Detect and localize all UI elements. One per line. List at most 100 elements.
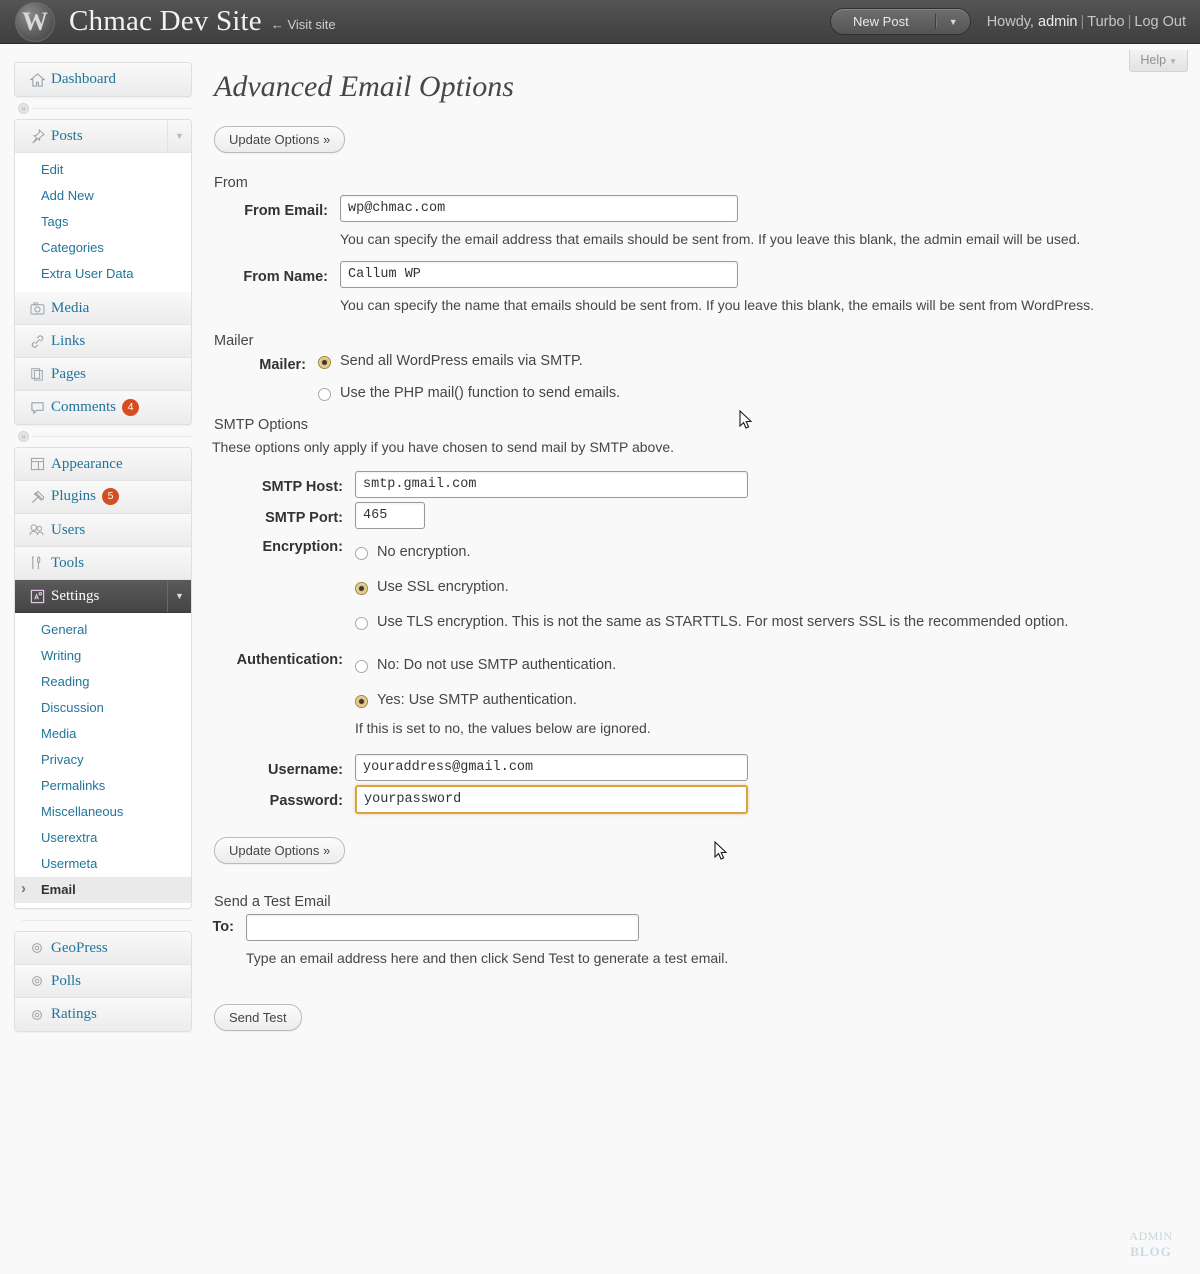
mailer-section-heading: Mailer bbox=[214, 333, 254, 349]
auth-option-no[interactable]: No: Do not use SMTP authentication. bbox=[355, 657, 1190, 673]
from-email-body: You can specify the email address that e… bbox=[340, 195, 1190, 249]
test-email-heading: Send a Test Email bbox=[214, 894, 331, 910]
wordpress-logo-icon[interactable]: W bbox=[15, 1, 55, 42]
divider-line bbox=[22, 919, 192, 921]
sidebar-subitem-extra-user-data[interactable]: Extra User Data bbox=[15, 261, 191, 287]
username-input[interactable] bbox=[355, 754, 748, 781]
howdy-sep-2: | bbox=[1127, 13, 1132, 30]
sidebar-subitem-media[interactable]: Media bbox=[15, 721, 191, 747]
tools-icon bbox=[23, 555, 51, 571]
smtp-host-input[interactable] bbox=[355, 471, 748, 498]
sidebar-group-dashboard: Dashboard bbox=[14, 62, 192, 97]
smtp-port-input[interactable] bbox=[355, 502, 425, 529]
turbo-link[interactable]: Turbo bbox=[1087, 14, 1124, 30]
sidebar-subitem-permalinks[interactable]: Permalinks bbox=[15, 773, 191, 799]
sidebar-separator-1: « bbox=[14, 97, 192, 119]
radio-icon[interactable] bbox=[355, 582, 368, 595]
sidebar-subitem-reading[interactable]: Reading bbox=[15, 669, 191, 695]
smtp-port-label: SMTP Port: bbox=[265, 510, 343, 526]
from-email-hint: You can specify the email address that e… bbox=[340, 231, 1081, 247]
sidebar-item-pages[interactable]: Pages bbox=[15, 358, 191, 391]
sidebar-subitem-tags[interactable]: Tags bbox=[15, 209, 191, 235]
sidebar-item-geopress[interactable]: GeoPress bbox=[15, 932, 191, 965]
auth-option-yes[interactable]: Yes: Use SMTP authentication. bbox=[355, 692, 1190, 708]
username-body bbox=[355, 754, 1190, 781]
radio-icon[interactable] bbox=[355, 547, 368, 560]
sidebar-item-media[interactable]: Media bbox=[15, 292, 191, 325]
encryption-option-ssl-label: Use SSL encryption. bbox=[377, 579, 509, 595]
comments-count-badge: 4 bbox=[122, 398, 140, 416]
sidebar-subitem-discussion[interactable]: Discussion bbox=[15, 695, 191, 721]
update-options-button-top[interactable]: Update Options » bbox=[214, 126, 346, 153]
sidebar-subitem-categories[interactable]: Categories bbox=[15, 235, 191, 261]
sidebar-subitem-miscellaneous[interactable]: Miscellaneous bbox=[15, 799, 191, 825]
sidebar-separator-3 bbox=[14, 909, 192, 931]
comment-icon bbox=[23, 401, 51, 415]
smtp-section-heading: SMTP Options bbox=[214, 417, 309, 433]
from-name-input[interactable] bbox=[340, 261, 738, 288]
sidebar-item-comments[interactable]: Comments 4 bbox=[15, 391, 191, 424]
encryption-option-tls-label: Use TLS encryption. This is not the same… bbox=[377, 614, 1069, 630]
radio-icon[interactable] bbox=[318, 388, 331, 401]
sidebar-item-dashboard[interactable]: Dashboard bbox=[15, 63, 191, 96]
sidebar-item-label: Media bbox=[51, 299, 90, 316]
gear-icon bbox=[23, 941, 51, 955]
encryption-option-ssl[interactable]: Use SSL encryption. bbox=[355, 579, 1190, 595]
from-email-input[interactable] bbox=[340, 195, 738, 222]
smtp-port-body bbox=[355, 502, 1190, 529]
sidebar-subitem-writing[interactable]: Writing bbox=[15, 643, 191, 669]
radio-icon[interactable] bbox=[355, 660, 368, 673]
howdy-username[interactable]: admin bbox=[1038, 14, 1078, 30]
chevron-down-icon[interactable]: ▼ bbox=[167, 580, 191, 612]
radio-icon[interactable] bbox=[355, 617, 368, 630]
sidebar-item-ratings[interactable]: Ratings bbox=[15, 998, 191, 1031]
main-content: Advanced Email Options Update Options » … bbox=[210, 48, 1190, 1031]
sidebar-item-label: Settings bbox=[51, 587, 100, 604]
mailer-option-smtp[interactable]: Send all WordPress emails via SMTP. bbox=[318, 353, 1190, 369]
collapse-icon[interactable]: « bbox=[18, 430, 29, 442]
sidebar-item-appearance[interactable]: Appearance bbox=[15, 448, 191, 481]
from-name-body: You can specify the name that emails sho… bbox=[340, 261, 1190, 315]
encryption-option-none[interactable]: No encryption. bbox=[355, 544, 1190, 560]
sidebar-item-tools[interactable]: Tools bbox=[15, 547, 191, 580]
encryption-label: Encryption: bbox=[262, 539, 343, 555]
collapse-icon[interactable]: « bbox=[18, 102, 29, 114]
password-input[interactable] bbox=[355, 785, 748, 814]
link-icon bbox=[23, 334, 51, 349]
sidebar-item-label: Polls bbox=[51, 972, 82, 989]
pin-icon bbox=[23, 128, 51, 144]
sidebar-item-users[interactable]: Users bbox=[15, 514, 191, 547]
sidebar-subitem-privacy[interactable]: Privacy bbox=[15, 747, 191, 773]
submenu-settings: General Writing Reading Discussion Media… bbox=[15, 613, 191, 908]
site-title[interactable]: Chmac Dev Site bbox=[69, 5, 262, 38]
sidebar-subitem-edit[interactable]: Edit bbox=[15, 157, 191, 183]
sidebar-subitem-usermeta[interactable]: Usermeta bbox=[15, 851, 191, 877]
logout-link[interactable]: Log Out bbox=[1134, 14, 1186, 30]
chevron-down-icon[interactable]: ▼ bbox=[935, 16, 970, 27]
gear-icon bbox=[23, 1008, 51, 1022]
sidebar-item-links[interactable]: Links bbox=[15, 325, 191, 358]
password-body bbox=[355, 785, 1190, 814]
send-test-button[interactable]: Send Test bbox=[214, 1004, 302, 1031]
encryption-option-tls[interactable]: Use TLS encryption. This is not the same… bbox=[355, 614, 1190, 630]
sidebar-group-admin: Appearance Plugins 5 Users Tools Settings bbox=[14, 447, 192, 909]
mailer-options: Send all WordPress emails via SMTP. Use … bbox=[318, 353, 1190, 417]
sidebar-subitem-add-new[interactable]: Add New bbox=[15, 183, 191, 209]
test-to-input[interactable] bbox=[246, 914, 639, 941]
sidebar-item-settings[interactable]: Settings ▼ bbox=[15, 580, 191, 613]
sidebar-item-plugins[interactable]: Plugins 5 bbox=[15, 481, 191, 514]
sidebar-subitem-userextra[interactable]: Userextra bbox=[15, 825, 191, 851]
radio-icon[interactable] bbox=[318, 356, 331, 369]
sidebar-item-label: Links bbox=[51, 332, 86, 349]
update-options-button-bottom[interactable]: Update Options » bbox=[214, 837, 346, 864]
visit-site-link[interactable]: ← Visit site bbox=[271, 17, 336, 32]
sidebar-item-polls[interactable]: Polls bbox=[15, 965, 191, 998]
mailer-option-phpmail[interactable]: Use the PHP mail() function to send emai… bbox=[318, 385, 1190, 401]
sidebar-subitem-email[interactable]: Email bbox=[15, 877, 191, 903]
new-post-button[interactable]: New Post ▼ bbox=[830, 8, 971, 35]
sidebar-item-posts[interactable]: Posts ▼ bbox=[15, 120, 191, 153]
chevron-down-icon[interactable]: ▼ bbox=[167, 120, 191, 152]
radio-icon[interactable] bbox=[355, 695, 368, 708]
smtp-host-label: SMTP Host: bbox=[261, 479, 343, 495]
sidebar-subitem-general[interactable]: General bbox=[15, 617, 191, 643]
